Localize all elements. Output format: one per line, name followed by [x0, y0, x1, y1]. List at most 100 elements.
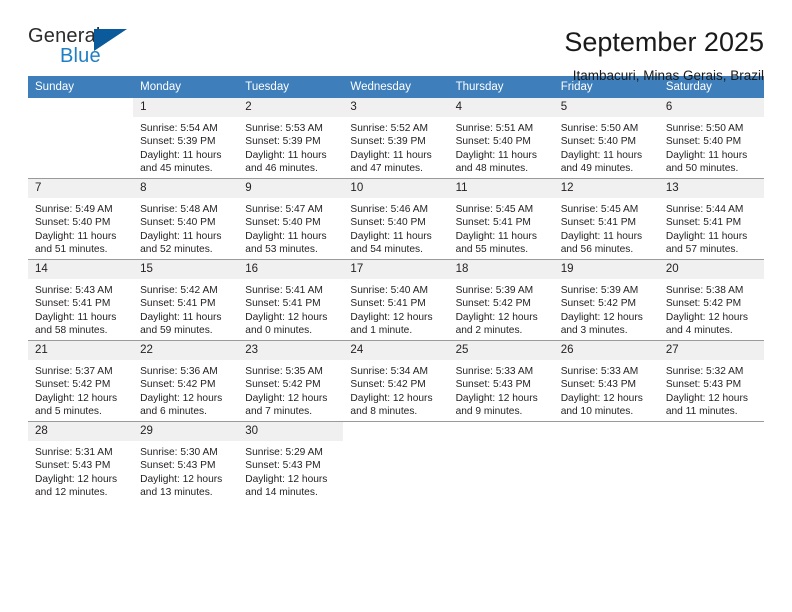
calendar-day-cell[interactable]: 3 Sunrise: 5:52 AM Sunset: 5:39 PM Daylight… [343, 98, 449, 179]
daylight-duration-line1: Daylight: 11 hours [665, 230, 748, 242]
day-number: 24 [343, 341, 449, 360]
calendar-day-cell[interactable]: 15 Sunrise: 5:42 AM Sunset: 5:41 PM Dayligh… [133, 259, 239, 341]
day-sun-info: Sunrise: 5:36 AM Sunset: 5:42 PM Daylight:… [133, 360, 238, 418]
day-sun-info: Sunrise: 5:49 AM Sunset: 5:40 PM Daylight:… [28, 198, 133, 256]
sunset-time: Sunset: 5:40 PM [455, 136, 531, 148]
daylight-duration-line2: and 11 minutes. [665, 405, 738, 417]
daylight-duration-line2: and 57 minutes. [665, 243, 739, 255]
day-cell-inner: 14 Sunrise: 5:43 AM Sunset: 5:41 PM Dayligh… [28, 260, 134, 340]
calendar-day-cell[interactable]: 18 Sunrise: 5:39 AM Sunset: 5:42 PM Dayligh… [448, 259, 554, 341]
calendar-day-cell[interactable]: 23 Sunrise: 5:35 AM Sunset: 5:42 PM Dayligh… [238, 340, 344, 422]
day-sun-info: Sunrise: 5:41 AM Sunset: 5:41 PM Daylight:… [238, 279, 343, 337]
general-blue-logo[interactable]: General Blue [28, 26, 148, 72]
calendar-day-cell[interactable]: 7 Sunrise: 5:49 AM Sunset: 5:40 PM Daylight… [28, 178, 134, 260]
daylight-duration-line1: Daylight: 11 hours [455, 230, 537, 242]
day-sun-info: Sunrise: 5:50 AM Sunset: 5:40 PM Daylight:… [554, 117, 659, 175]
calendar-day-cell[interactable]: 11 Sunrise: 5:45 AM Sunset: 5:41 PM Dayligh… [448, 178, 554, 260]
day-sun-info: Sunrise: 5:43 AM Sunset: 5:41 PM Daylight:… [28, 279, 133, 337]
day-number: 25 [448, 341, 554, 360]
sunrise-time: Sunrise: 5:52 AM [350, 123, 429, 134]
daylight-duration-line1: Daylight: 12 hours [665, 392, 748, 404]
sunrise-time: Sunrise: 5:53 AM [245, 123, 323, 134]
sunset-time: Sunset: 5:43 PM [245, 460, 321, 472]
calendar-week-row: 21 Sunrise: 5:37 AM Sunset: 5:42 PM Dayligh… [28, 340, 764, 422]
calendar-day-cell[interactable]: 26 Sunrise: 5:33 AM Sunset: 5:43 PM Dayligh… [553, 340, 659, 422]
day-number: 20 [658, 260, 764, 279]
day-sun-info: Sunrise: 5:38 AM Sunset: 5:42 PM Daylight:… [659, 279, 764, 337]
daylight-duration-line1: Daylight: 11 hours [560, 149, 643, 161]
day-cell-inner: 20 Sunrise: 5:38 AM Sunset: 5:42 PM Dayligh… [658, 260, 764, 340]
daylight-duration-line1: Daylight: 12 hours [350, 311, 433, 323]
sunrise-time: Sunrise: 5:45 AM [455, 204, 534, 215]
calendar-day-cell[interactable]: 27 Sunrise: 5:32 AM Sunset: 5:43 PM Dayligh… [658, 340, 764, 422]
day-number [28, 98, 133, 117]
daylight-duration-line1: Daylight: 12 hours [560, 311, 643, 323]
daylight-duration-line2: and 3 minutes. [560, 324, 628, 336]
day-number: 9 [238, 179, 344, 198]
calendar-day-cell[interactable]: 10 Sunrise: 5:46 AM Sunset: 5:40 PM Dayligh… [343, 178, 449, 260]
calendar-day-cell[interactable]: 2 Sunrise: 5:53 AM Sunset: 5:39 PM Daylight… [238, 98, 344, 179]
title-block: September 2025 Itambacuri, Minas Gerais,… [564, 26, 764, 86]
sunrise-time: Sunrise: 5:32 AM [665, 366, 744, 377]
sunset-time: Sunset: 5:43 PM [35, 460, 111, 472]
calendar-day-cell[interactable]: 16 Sunrise: 5:41 AM Sunset: 5:41 PM Dayligh… [238, 259, 344, 341]
day-sun-info: Sunrise: 5:39 AM Sunset: 5:42 PM Daylight:… [554, 279, 659, 337]
calendar-day-cell[interactable]: 22 Sunrise: 5:36 AM Sunset: 5:42 PM Dayligh… [133, 340, 239, 422]
daylight-duration-line1: Daylight: 12 hours [140, 392, 223, 404]
daylight-duration-line1: Daylight: 11 hours [140, 311, 222, 323]
calendar-day-cell[interactable]: 29 Sunrise: 5:30 AM Sunset: 5:43 PM Dayligh… [133, 421, 239, 502]
day-cell-inner: 17 Sunrise: 5:40 AM Sunset: 5:41 PM Dayligh… [343, 260, 449, 340]
calendar-body: 1 Sunrise: 5:54 AM Sunset: 5:39 PM Daylight… [28, 98, 764, 502]
calendar-day-cell[interactable]: 30 Sunrise: 5:29 AM Sunset: 5:43 PM Dayligh… [238, 421, 344, 502]
daylight-duration-line1: Daylight: 12 hours [245, 392, 328, 404]
calendar-day-cell[interactable]: 5 Sunrise: 5:50 AM Sunset: 5:40 PM Daylight… [553, 98, 659, 179]
sunset-time: Sunset: 5:42 PM [560, 298, 637, 310]
sunrise-time: Sunrise: 5:30 AM [140, 447, 218, 458]
calendar-day-cell[interactable]: 20 Sunrise: 5:38 AM Sunset: 5:42 PM Dayligh… [658, 259, 764, 341]
day-cell-inner: 28 Sunrise: 5:31 AM Sunset: 5:43 PM Dayligh… [28, 422, 134, 502]
calendar-day-cell[interactable]: 14 Sunrise: 5:43 AM Sunset: 5:41 PM Dayligh… [28, 259, 134, 341]
daylight-duration-line2: and 0 minutes. [245, 324, 313, 336]
calendar-day-cell[interactable]: 13 Sunrise: 5:44 AM Sunset: 5:41 PM Dayligh… [658, 178, 764, 260]
calendar-day-cell [658, 421, 764, 502]
calendar-day-cell[interactable]: 28 Sunrise: 5:31 AM Sunset: 5:43 PM Dayligh… [28, 421, 134, 502]
calendar-day-cell[interactable]: 21 Sunrise: 5:37 AM Sunset: 5:42 PM Dayligh… [28, 340, 134, 422]
sunset-time: Sunset: 5:40 PM [350, 217, 426, 229]
sunset-time: Sunset: 5:41 PM [560, 217, 637, 229]
weekday-header-tuesday: Tuesday [238, 76, 344, 98]
sunrise-time: Sunrise: 5:46 AM [350, 204, 429, 215]
daylight-duration-line2: and 4 minutes. [665, 324, 733, 336]
daylight-duration-line1: Daylight: 11 hours [35, 230, 117, 242]
daylight-duration-line1: Daylight: 12 hours [140, 473, 223, 485]
daylight-duration-line2: and 8 minutes. [350, 405, 418, 417]
sunset-time: Sunset: 5:42 PM [140, 379, 216, 391]
sunset-time: Sunset: 5:40 PM [245, 217, 321, 229]
day-sun-info: Sunrise: 5:48 AM Sunset: 5:40 PM Daylight:… [133, 198, 238, 256]
sunset-time: Sunset: 5:43 PM [665, 379, 742, 391]
day-cell-inner: 19 Sunrise: 5:39 AM Sunset: 5:42 PM Dayligh… [553, 260, 659, 340]
sunrise-time: Sunrise: 5:47 AM [245, 204, 323, 215]
weekday-header-monday: Monday [133, 76, 239, 98]
calendar-day-cell[interactable]: 17 Sunrise: 5:40 AM Sunset: 5:41 PM Dayligh… [343, 259, 449, 341]
day-number [659, 422, 764, 441]
day-number: 13 [658, 179, 764, 198]
calendar-day-cell[interactable]: 24 Sunrise: 5:34 AM Sunset: 5:42 PM Dayligh… [343, 340, 449, 422]
calendar-day-cell[interactable]: 8 Sunrise: 5:48 AM Sunset: 5:40 PM Daylight… [133, 178, 239, 260]
weekday-header-thursday: Thursday [448, 76, 554, 98]
daylight-duration-line2: and 45 minutes. [140, 162, 213, 174]
calendar-day-cell[interactable]: 4 Sunrise: 5:51 AM Sunset: 5:40 PM Daylight… [448, 98, 554, 179]
day-number: 16 [238, 260, 344, 279]
sunset-time: Sunset: 5:42 PM [350, 379, 426, 391]
calendar-day-cell[interactable]: 12 Sunrise: 5:45 AM Sunset: 5:41 PM Dayligh… [553, 178, 659, 260]
calendar-day-cell[interactable]: 19 Sunrise: 5:39 AM Sunset: 5:42 PM Dayligh… [553, 259, 659, 341]
daylight-duration-line1: Daylight: 11 hours [665, 149, 748, 161]
calendar-day-cell[interactable]: 9 Sunrise: 5:47 AM Sunset: 5:40 PM Daylight… [238, 178, 344, 260]
day-number: 30 [238, 422, 344, 441]
calendar-day-cell[interactable]: 1 Sunrise: 5:54 AM Sunset: 5:39 PM Daylight… [133, 98, 239, 179]
day-sun-info: Sunrise: 5:32 AM Sunset: 5:43 PM Daylight:… [659, 360, 764, 418]
sunset-time: Sunset: 5:40 PM [665, 136, 742, 148]
sunrise-time: Sunrise: 5:37 AM [35, 366, 113, 377]
calendar-day-cell[interactable]: 6 Sunrise: 5:50 AM Sunset: 5:40 PM Daylight… [658, 98, 764, 179]
calendar-day-cell[interactable]: 25 Sunrise: 5:33 AM Sunset: 5:43 PM Dayligh… [448, 340, 554, 422]
daylight-duration-line2: and 50 minutes. [665, 162, 739, 174]
